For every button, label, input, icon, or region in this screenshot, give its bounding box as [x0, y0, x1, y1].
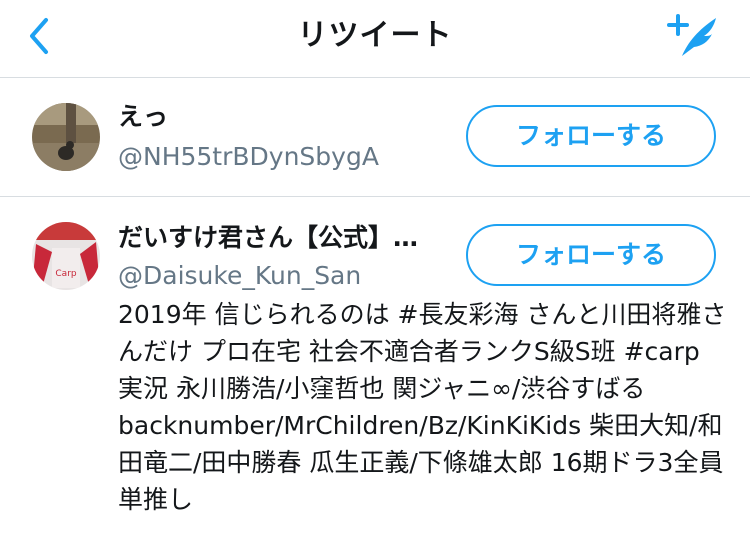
follow-button[interactable]: フォローする	[466, 105, 716, 167]
user-bio: 2019年 信じられるのは #長友彩海 さんと川田将雅さんだけ プロ在宅 社会不…	[118, 300, 727, 514]
user-handle: @NH55trBDynSbygA	[118, 142, 379, 171]
navigation-bar: リツイート	[0, 0, 750, 78]
page-title: リツイート	[297, 18, 453, 53]
user-list-item[interactable]: えっ @NH55trBDynSbygA フォローする	[0, 79, 750, 197]
svg-text:Carp: Carp	[55, 269, 76, 279]
avatar[interactable]	[32, 103, 100, 171]
compose-tweet-button[interactable]	[664, 12, 724, 60]
follow-button[interactable]: フォローする	[466, 224, 716, 286]
user-name: だいすけ君さん【公式】…	[118, 223, 419, 252]
avatar[interactable]: Carp	[32, 222, 100, 290]
user-name: えっ	[118, 102, 169, 131]
user-handle: @Daisuke_Kun_San	[118, 261, 362, 290]
user-list-item[interactable]: Carp だいすけ君さん【公式】… @Daisuke_Kun_San フォローす…	[0, 198, 750, 541]
compose-tweet-icon	[667, 14, 716, 56]
